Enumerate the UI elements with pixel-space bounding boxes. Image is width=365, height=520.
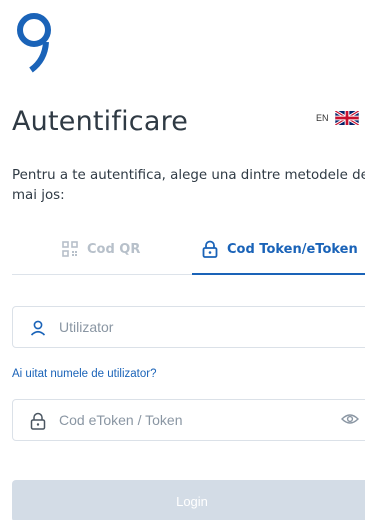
tab-token-label: Cod Token/eToken xyxy=(227,241,358,257)
language-switcher[interactable]: EN xyxy=(316,111,359,125)
tab-qr-label: Cod QR xyxy=(87,241,141,257)
auth-description: Pentru a te autentifica, alege una dintr… xyxy=(12,168,365,203)
login-page: Autentificare EN Pentru a te autentifica… xyxy=(0,0,365,520)
qr-code-icon xyxy=(62,241,78,257)
token-field xyxy=(12,399,365,441)
forgot-username-link[interactable]: Ai uitat numele de utilizator? xyxy=(12,368,156,380)
uk-flag-icon xyxy=(334,111,359,125)
eye-icon[interactable] xyxy=(341,412,359,426)
tab-token[interactable]: Cod Token/eToken xyxy=(202,226,358,272)
tab-qr-code[interactable]: Cod QR xyxy=(62,226,140,272)
login-button[interactable]: Login xyxy=(12,480,365,520)
lock-icon xyxy=(30,412,46,430)
header-row: Autentificare EN xyxy=(12,106,365,146)
active-tab-indicator xyxy=(192,273,365,275)
auth-method-tabs: Cod QR Cod Token/eToken xyxy=(12,226,365,275)
brand-logo xyxy=(17,13,51,73)
token-input[interactable] xyxy=(59,400,329,440)
user-icon xyxy=(30,320,46,336)
username-field xyxy=(12,306,365,348)
language-code: EN xyxy=(316,113,329,123)
lock-icon xyxy=(202,240,218,258)
page-title: Autentificare xyxy=(12,106,189,137)
username-input[interactable] xyxy=(59,307,329,347)
